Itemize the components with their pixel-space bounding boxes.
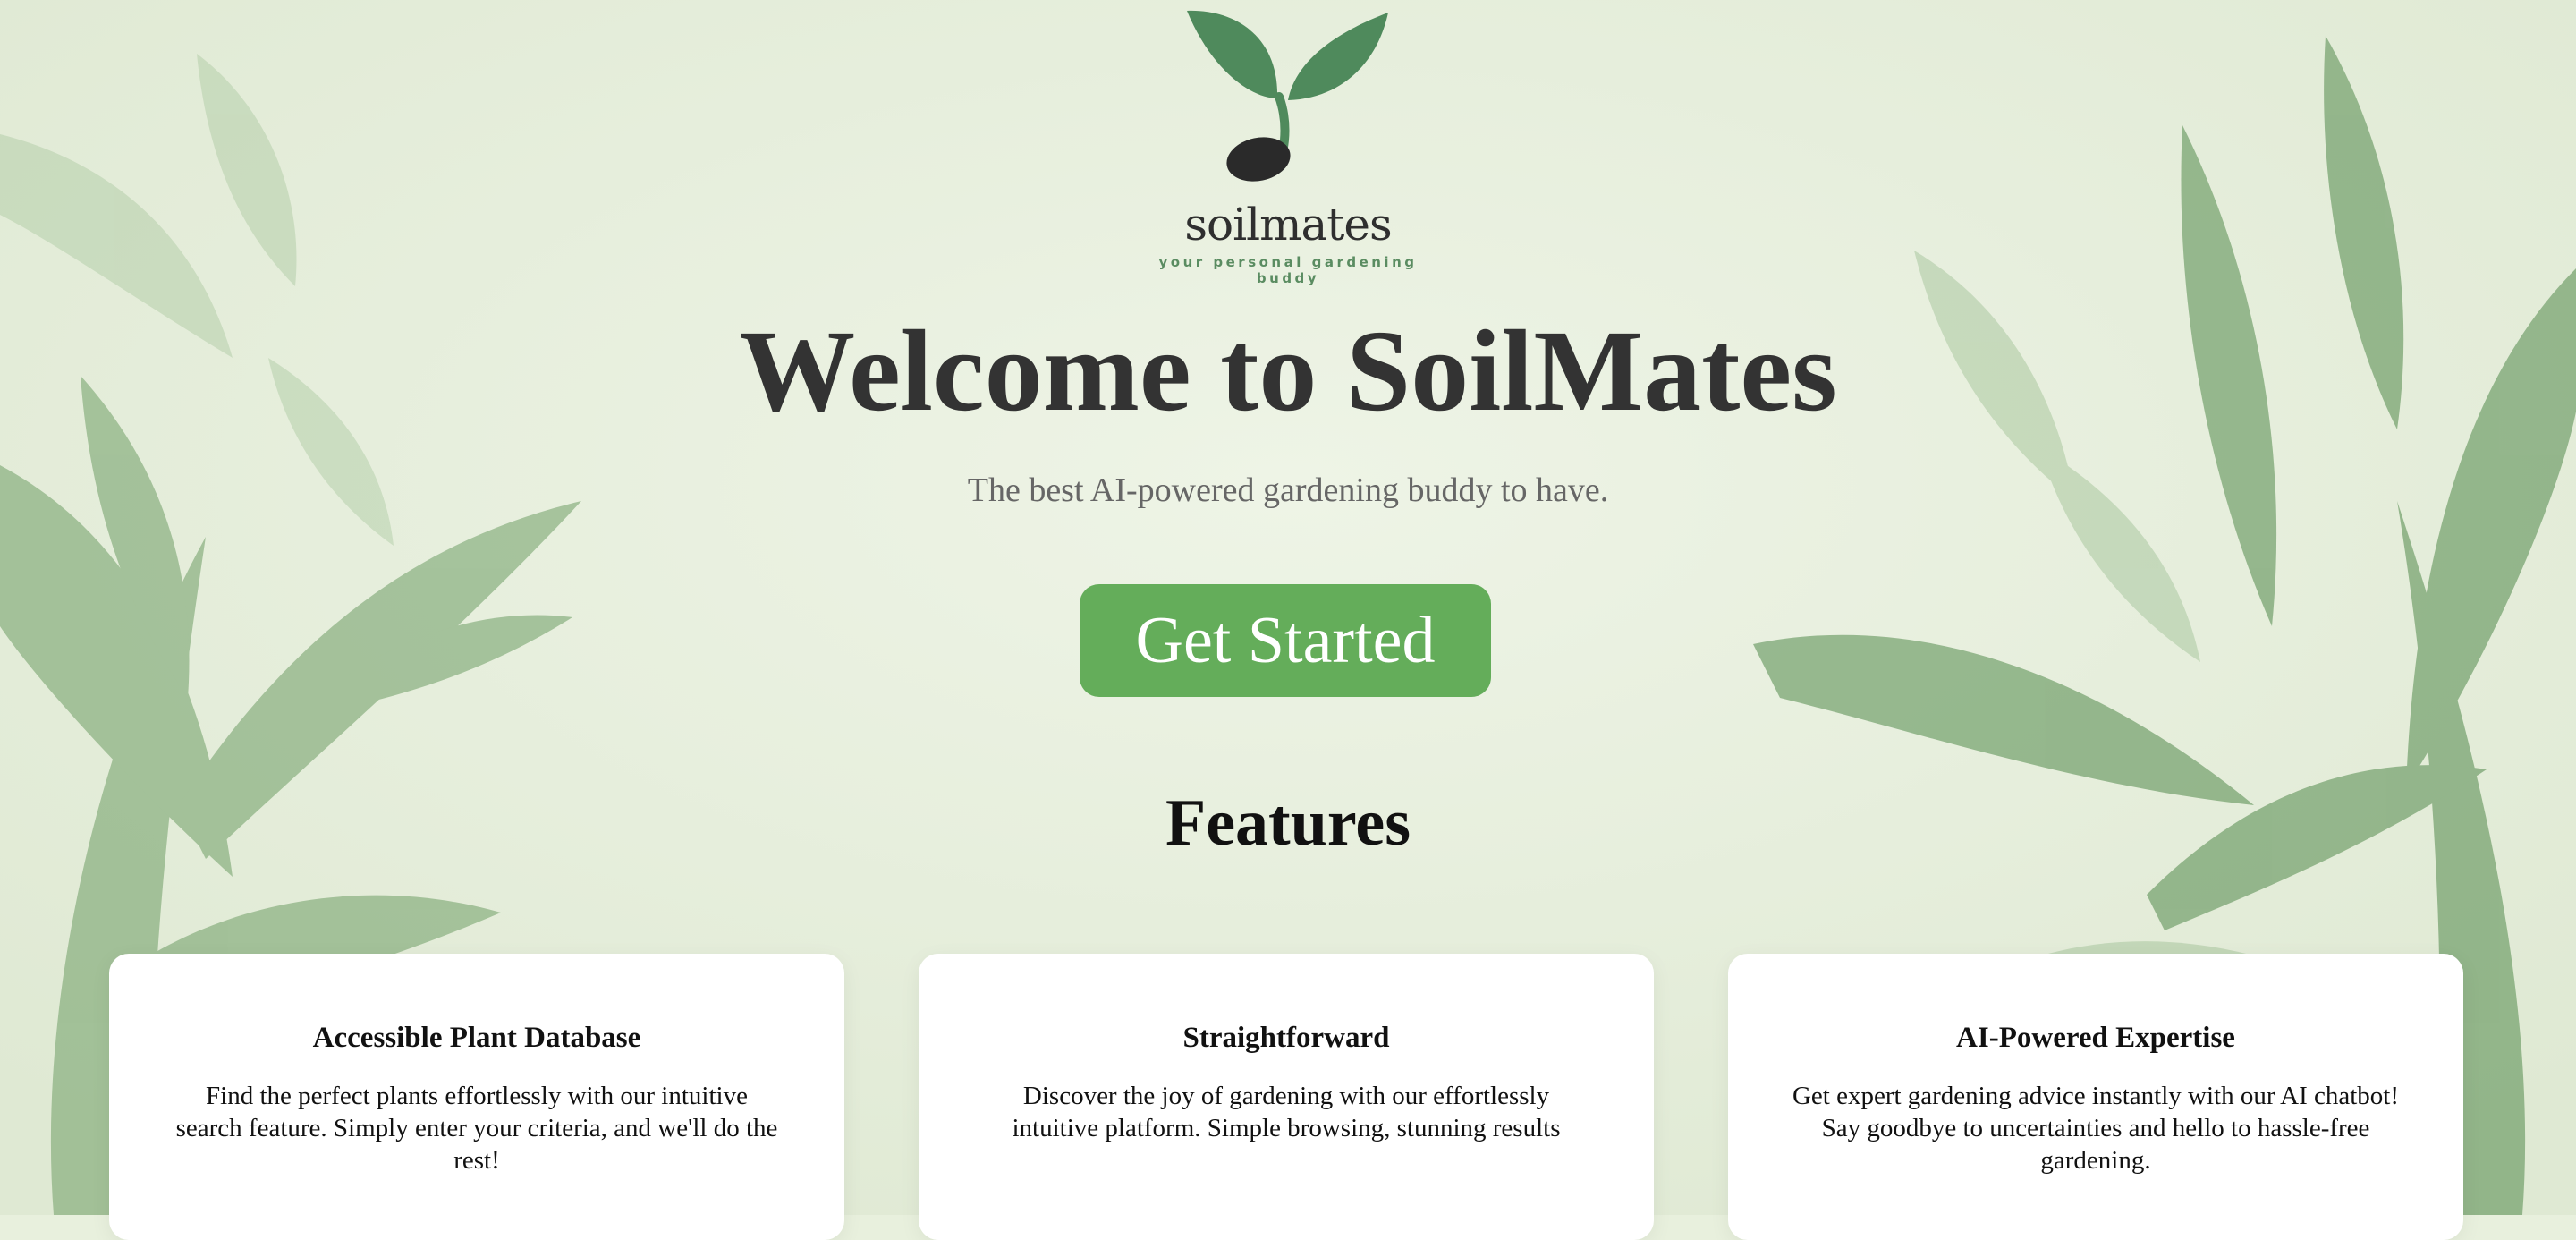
brand-name: soilmates	[1184, 199, 1392, 251]
feature-card-title: AI-Powered Expertise	[1956, 1022, 2235, 1054]
brand-tagline: your personal gardening buddy	[1158, 254, 1418, 286]
hero-title: Welcome to SoilMates	[739, 307, 1837, 436]
brand-logo[interactable]: soilmates your personal gardening buddy	[1154, 0, 1422, 286]
feature-card-title: Accessible Plant Database	[312, 1022, 641, 1054]
feature-card-description: Get expert gardening advice instantly wi…	[1792, 1082, 2400, 1175]
features-heading: Features	[1165, 786, 1411, 860]
feature-card-description: Discover the joy of gardening with our e…	[1012, 1082, 1561, 1142]
feature-card-ai-expertise: AI-Powered Expertise Get expert gardenin…	[1728, 954, 2463, 1240]
feature-card-plant-database: Accessible Plant Database Find the perfe…	[109, 954, 844, 1240]
hero-subtitle: The best AI-powered gardening buddy to h…	[967, 471, 1609, 509]
landing-page: soilmates your personal gardening buddy …	[0, 0, 2576, 1240]
seedling-icon	[1187, 10, 1388, 182]
feature-card-description: Find the perfect plants effortlessly wit…	[175, 1082, 778, 1175]
get-started-button[interactable]: Get Started	[1080, 584, 1491, 697]
feature-card-title: Straightforward	[1182, 1022, 1390, 1054]
feature-card-straightforward: Straightforward Discover the joy of gard…	[919, 954, 1654, 1240]
